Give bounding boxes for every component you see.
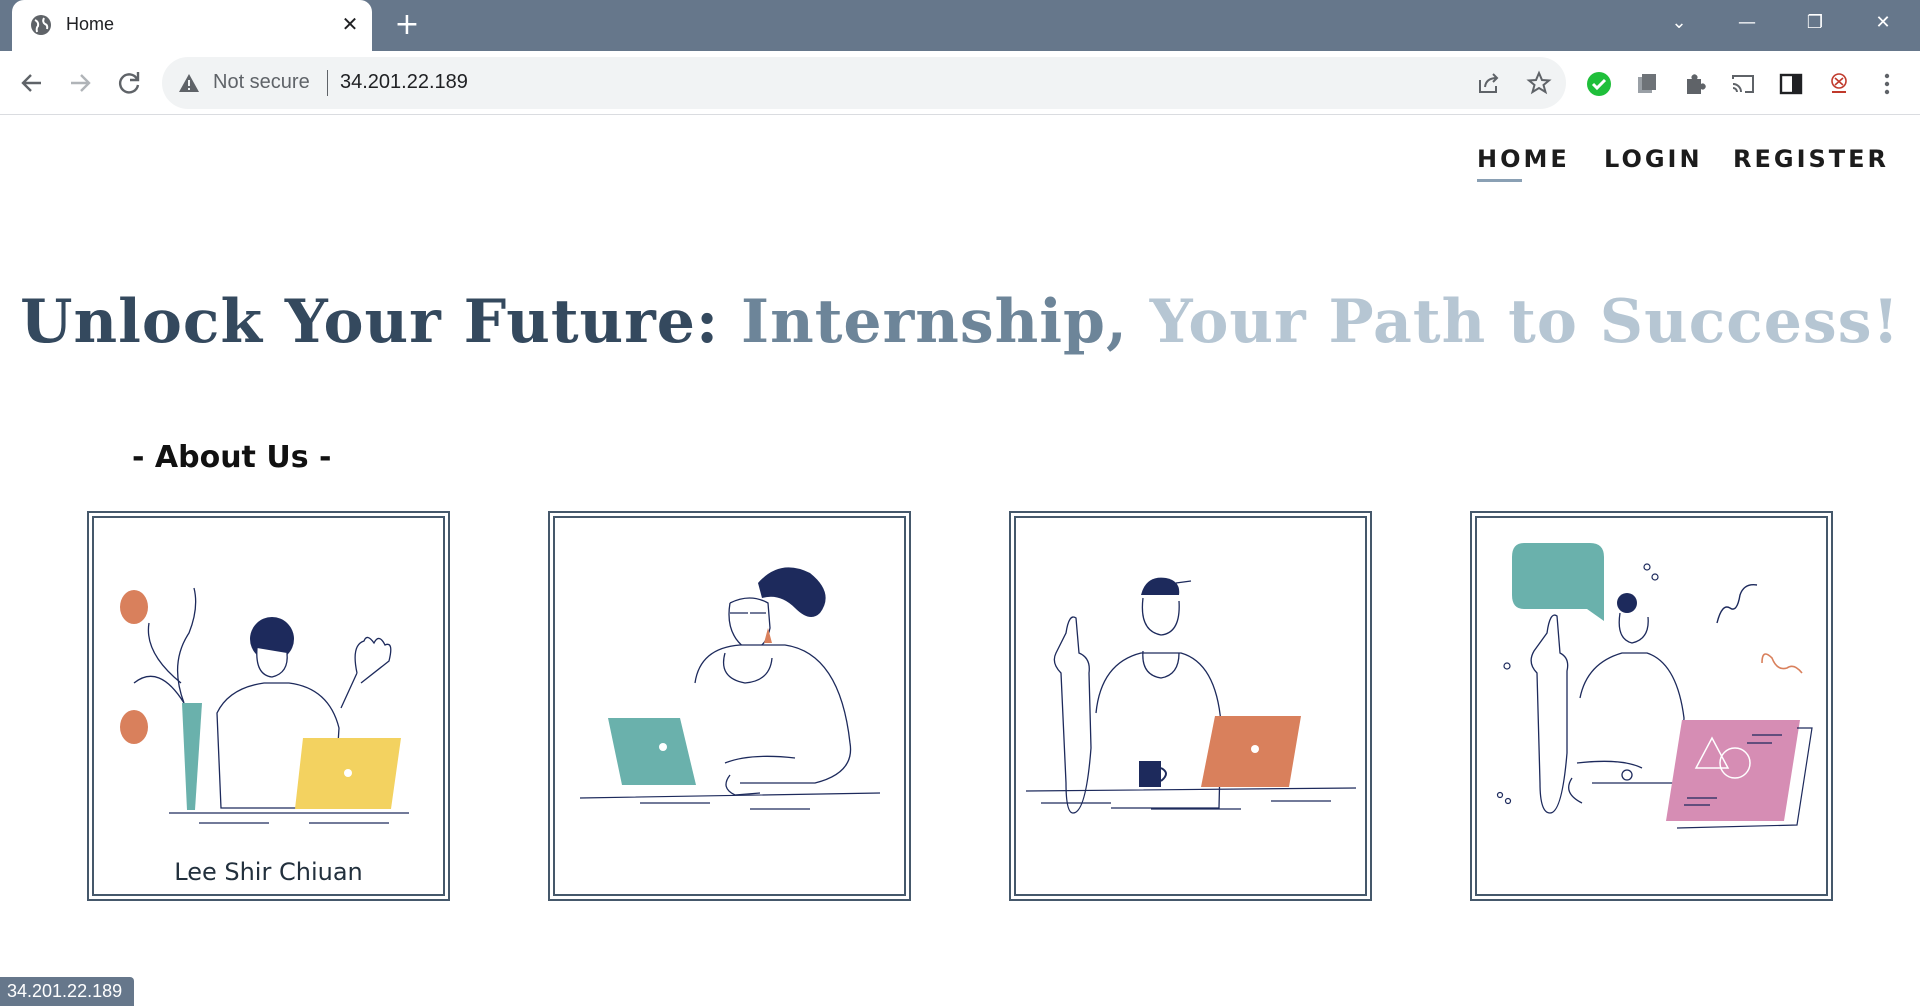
browser-tab-bar: Home ✕ + ⌄ — ❐ ✕ bbox=[0, 0, 1920, 51]
team-member-card bbox=[1009, 511, 1372, 901]
warning-icon bbox=[179, 74, 199, 92]
hero-part-2: Internship, bbox=[741, 287, 1150, 357]
person-waving-illustration bbox=[120, 587, 409, 824]
url-text[interactable]: 34.201.22.189 bbox=[340, 71, 468, 94]
address-bar[interactable]: Not secure 34.201.22.189 bbox=[162, 57, 1566, 109]
omnibox-divider bbox=[327, 70, 328, 96]
minimize-button[interactable]: — bbox=[1727, 8, 1767, 38]
team-member-card bbox=[548, 511, 911, 901]
nav-register-link[interactable]: REGISTER bbox=[1733, 145, 1889, 173]
puzzle-extensions-icon[interactable] bbox=[1681, 70, 1709, 98]
hero-headline: Unlock Your Future: Internship, Your Pat… bbox=[0, 287, 1920, 357]
nav-home-link[interactable]: HOME bbox=[1477, 145, 1570, 173]
reload-icon[interactable] bbox=[111, 65, 147, 101]
profile-avatar-icon[interactable] bbox=[1825, 70, 1853, 98]
security-indicator[interactable]: Not secure bbox=[213, 71, 310, 94]
nav-active-underline bbox=[1477, 179, 1522, 182]
share-icon[interactable] bbox=[1476, 70, 1502, 96]
globe-icon bbox=[31, 15, 51, 35]
forward-arrow-icon[interactable] bbox=[62, 65, 98, 101]
close-window-button[interactable]: ✕ bbox=[1863, 8, 1903, 38]
team-member-card: Lee Shir Chiuan bbox=[87, 511, 450, 901]
hero-part-3: Your Path to Success! bbox=[1149, 287, 1900, 357]
browser-tab-home[interactable]: Home ✕ bbox=[12, 0, 372, 51]
document-extension-icon[interactable] bbox=[1633, 70, 1661, 98]
man-laptop-coffee-illustration bbox=[1025, 577, 1357, 814]
check-extension-icon[interactable] bbox=[1585, 70, 1613, 98]
status-bar-url: 34.201.22.189 bbox=[0, 977, 135, 1006]
woman-laptop-illustration bbox=[579, 567, 881, 810]
hero-part-1: Unlock Your Future: bbox=[20, 287, 741, 357]
back-arrow-icon[interactable] bbox=[14, 65, 50, 101]
woman-presentation-illustration bbox=[1496, 543, 1813, 829]
side-panel-icon[interactable] bbox=[1777, 70, 1805, 98]
close-tab-icon[interactable]: ✕ bbox=[338, 12, 362, 36]
tab-title: Home bbox=[66, 14, 115, 34]
member-name: Lee Shir Chiuan bbox=[174, 858, 363, 886]
about-us-heading: - About Us - bbox=[132, 440, 332, 475]
restore-button[interactable]: ❐ bbox=[1795, 8, 1835, 38]
bookmark-star-icon[interactable] bbox=[1526, 70, 1552, 96]
browser-toolbar: Not secure 34.201.22.189 bbox=[0, 51, 1920, 115]
new-tab-button[interactable]: + bbox=[392, 10, 422, 40]
nav-login-link[interactable]: LOGIN bbox=[1604, 145, 1703, 173]
team-member-card bbox=[1470, 511, 1833, 901]
menu-kebab-icon[interactable] bbox=[1873, 70, 1901, 98]
tab-search-icon[interactable]: ⌄ bbox=[1659, 8, 1699, 38]
cast-icon[interactable] bbox=[1729, 70, 1757, 98]
